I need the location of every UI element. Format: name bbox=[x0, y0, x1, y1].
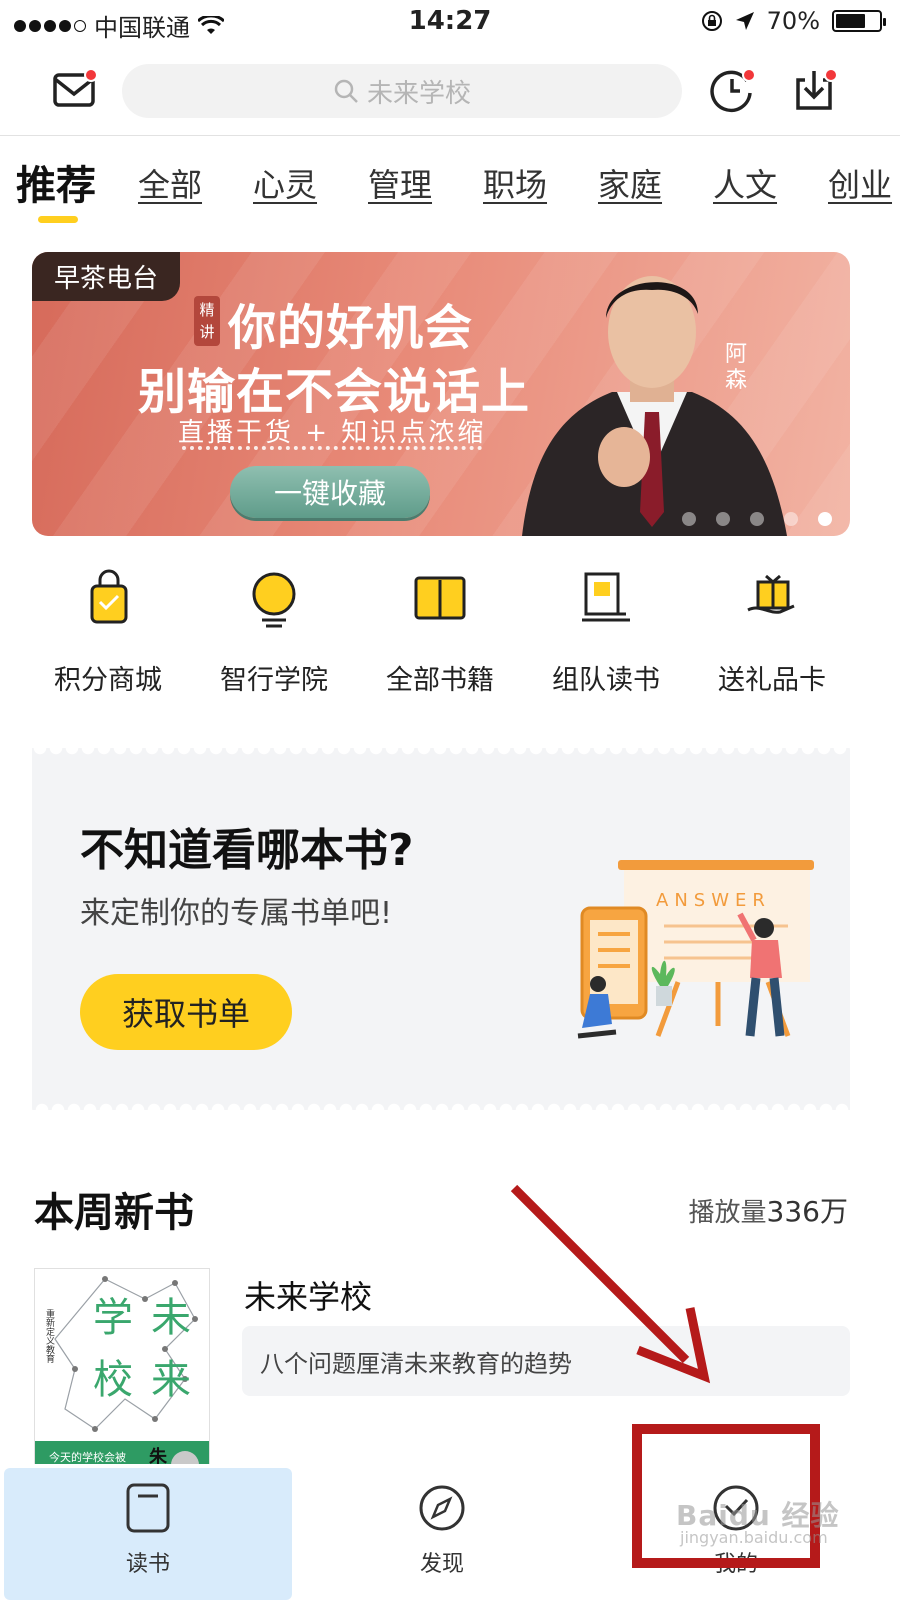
banner-title: 你的好机会 bbox=[228, 300, 474, 356]
lightbulb-icon bbox=[252, 572, 296, 628]
shortcut-academy[interactable]: 智行学院 bbox=[194, 568, 354, 697]
pager-dot[interactable] bbox=[682, 512, 696, 526]
book-cover-art: 学 未 校 来 重新定义教育 今天的学校会被 朱 bbox=[35, 1276, 209, 1467]
shortcut-label: 智行学院 bbox=[220, 665, 328, 696]
book-cover[interactable]: 学 未 校 来 重新定义教育 今天的学校会被 朱 bbox=[34, 1268, 210, 1468]
shortcut-grid: 积分商城 智行学院 全部书籍 组队读书 送礼品卡 bbox=[0, 568, 900, 708]
notification-dot bbox=[742, 68, 756, 82]
annotation-arrow bbox=[510, 1184, 711, 1384]
mail-button[interactable] bbox=[44, 60, 104, 120]
tab-all[interactable]: 全部 bbox=[138, 160, 202, 206]
tab-workplace[interactable]: 职场 bbox=[483, 160, 547, 206]
cover-banner-text: 今天的学校会被 bbox=[49, 1450, 126, 1464]
tab-startup[interactable]: 创业 bbox=[828, 160, 892, 206]
get-book-list-button[interactable]: 获取书单 bbox=[80, 974, 292, 1050]
book-flag-icon bbox=[582, 572, 630, 622]
open-book-icon bbox=[414, 576, 466, 620]
banner-badge: 精讲 bbox=[194, 296, 220, 346]
shortcut-points-mall[interactable]: 积分商城 bbox=[28, 568, 188, 697]
nav-label: 读书 bbox=[125, 1552, 170, 1577]
illustration-label: ANSWER bbox=[656, 890, 771, 911]
status-bar: 中国联通 14:27 70% bbox=[0, 0, 900, 46]
banner-tag: 早茶电台 bbox=[32, 252, 181, 301]
collect-button[interactable]: 一键收藏 bbox=[230, 466, 430, 518]
promo-card-subtitle: 来定制你的专属书单吧! bbox=[80, 896, 393, 931]
pager-dot[interactable] bbox=[818, 512, 832, 526]
play-count-value: 336万 bbox=[766, 1195, 848, 1228]
tab-recommend[interactable]: 推荐 bbox=[16, 153, 96, 211]
banner-dotted-divider bbox=[182, 446, 482, 450]
cover-char: 未 bbox=[151, 1295, 191, 1341]
book-title[interactable]: 未来学校 bbox=[244, 1272, 372, 1318]
section-title-new-books: 本周新书 bbox=[34, 1190, 194, 1236]
speaker-portrait bbox=[522, 276, 787, 536]
nav-discover[interactable]: 发现 bbox=[298, 1468, 586, 1600]
battery-icon bbox=[832, 10, 886, 32]
shortcut-label: 全部书籍 bbox=[386, 665, 494, 696]
download-button[interactable] bbox=[784, 60, 844, 120]
search-placeholder: 未来学校 bbox=[366, 78, 471, 109]
cover-char: 学 bbox=[93, 1295, 133, 1341]
shortcut-label: 送礼品卡 bbox=[718, 665, 826, 696]
book-list-promo-card: 不知道看哪本书? 来定制你的专属书单吧! 获取书单 ANSWER bbox=[32, 748, 850, 1110]
notification-dot bbox=[84, 68, 98, 82]
system-indicators: 70% bbox=[701, 7, 886, 35]
shortcut-team-reading[interactable]: 组队读书 bbox=[526, 568, 686, 697]
banner-pager bbox=[682, 512, 832, 526]
top-header: 未来学校 bbox=[0, 52, 900, 136]
banner-subtitle: 直播干货 + 知识点浓缩 bbox=[178, 418, 487, 448]
cover-char: 校 bbox=[93, 1357, 133, 1403]
book-icon bbox=[126, 1483, 170, 1533]
watermark-url: jingyan.baidu.com bbox=[680, 1528, 828, 1547]
gift-card-icon bbox=[747, 574, 795, 614]
notification-dot bbox=[824, 68, 838, 82]
cover-side-text: 重新定义教育 bbox=[44, 1308, 55, 1364]
active-tab-indicator bbox=[38, 216, 78, 223]
rotation-lock-icon bbox=[701, 11, 722, 31]
promo-card-title: 不知道看哪本书? bbox=[80, 825, 414, 876]
tab-management[interactable]: 管理 bbox=[368, 160, 432, 206]
shortcut-label: 组队读书 bbox=[552, 665, 660, 696]
battery-level bbox=[836, 14, 865, 28]
banner-author: 阿森 bbox=[724, 342, 747, 393]
search-icon bbox=[334, 79, 358, 103]
nav-read[interactable]: 读书 bbox=[4, 1468, 292, 1600]
promo-banner[interactable]: 早茶电台 精讲 你的好机会 别输在不会说话上 直播干货 + 知识点浓缩 一键收藏… bbox=[32, 252, 850, 536]
category-tabs: 推荐 全部 心灵 管理 职场 家庭 人文 创业 bbox=[0, 150, 900, 230]
compass-icon bbox=[419, 1485, 465, 1531]
search-input[interactable]: 未来学校 bbox=[122, 64, 682, 118]
pager-dot[interactable] bbox=[784, 512, 798, 526]
shortcut-gift-card[interactable]: 送礼品卡 bbox=[692, 568, 852, 697]
tab-mind[interactable]: 心灵 bbox=[253, 160, 317, 206]
cover-char: 来 bbox=[151, 1357, 191, 1403]
pager-dot[interactable] bbox=[716, 512, 730, 526]
pager-dot[interactable] bbox=[750, 512, 764, 526]
answer-board-illustration: ANSWER bbox=[577, 860, 814, 1039]
location-arrow-icon bbox=[735, 12, 754, 30]
nav-label: 发现 bbox=[419, 1552, 464, 1577]
shortcut-label: 积分商城 bbox=[54, 665, 162, 696]
history-button[interactable] bbox=[702, 60, 762, 120]
shopping-bag-icon bbox=[90, 569, 128, 624]
tab-humanities[interactable]: 人文 bbox=[713, 160, 777, 206]
tab-family[interactable]: 家庭 bbox=[598, 160, 662, 206]
shortcut-all-books[interactable]: 全部书籍 bbox=[360, 568, 520, 697]
battery-percent: 70% bbox=[766, 7, 820, 35]
